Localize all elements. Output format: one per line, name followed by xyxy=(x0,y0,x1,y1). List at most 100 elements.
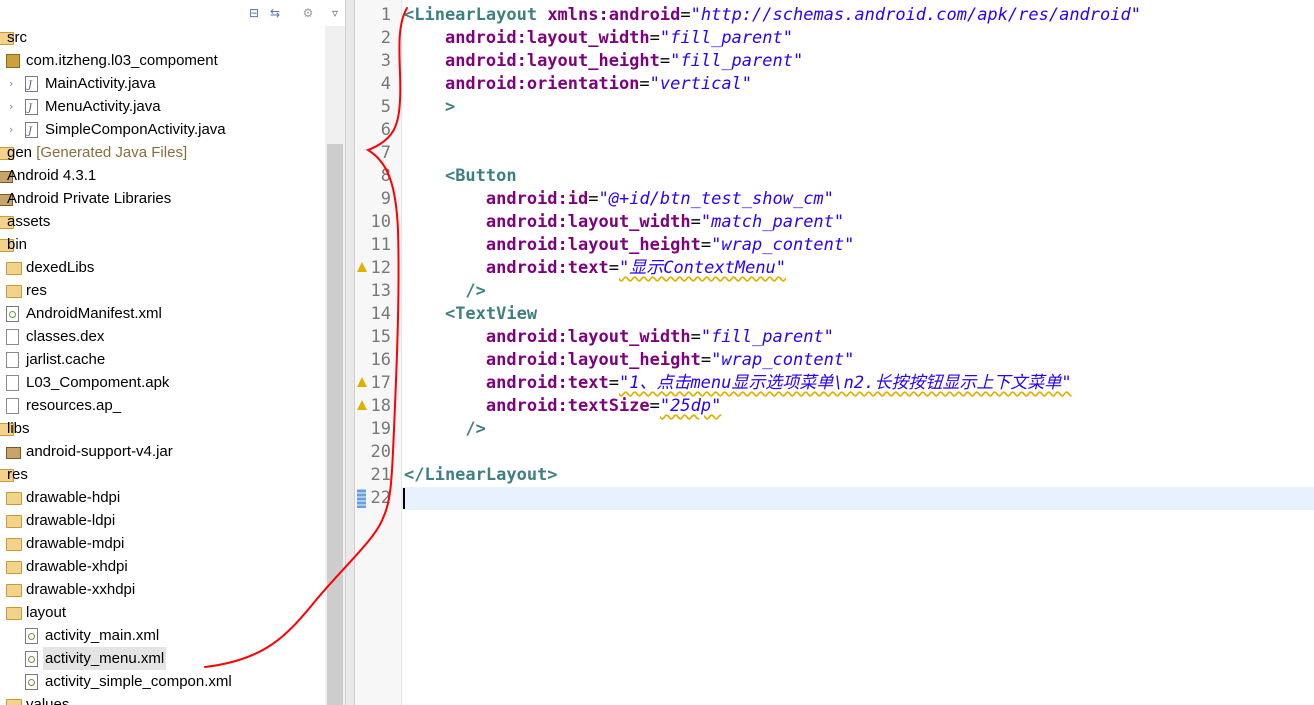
scrollbar-thumb[interactable] xyxy=(327,144,343,705)
pane-splitter[interactable] xyxy=(345,0,355,705)
code-line[interactable]: 14 <TextView xyxy=(355,303,1314,326)
folder-icon xyxy=(6,492,22,505)
warning-icon[interactable] xyxy=(357,400,367,410)
change-marker-icon xyxy=(357,489,366,508)
code-line[interactable]: 11 android:layout_height="wrap_content" xyxy=(355,234,1314,257)
xfile-icon xyxy=(6,306,19,322)
code-text: <LinearLayout xmlns:android="http://sche… xyxy=(404,5,1141,25)
tree-item-libs[interactable]: libs xyxy=(0,417,325,440)
tree-item-activity-simple-compon-xml[interactable]: activity_simple_compon.xml xyxy=(0,670,325,693)
tree-item-com-itzheng-l03-compoment[interactable]: com.itzheng.l03_compoment xyxy=(0,49,325,72)
line-number: 11 xyxy=(370,235,391,255)
line-number: 20 xyxy=(370,442,391,462)
code-line[interactable]: 1 <LinearLayout xmlns:android="http://sch… xyxy=(355,4,1314,27)
code-line[interactable]: 20 xyxy=(355,441,1314,464)
explorer-scrollbar[interactable] xyxy=(325,26,345,705)
code-text: android:layout_width="fill_parent" xyxy=(485,327,834,347)
dropdown-chevron-icon[interactable]: ▿ xyxy=(327,5,343,21)
tree-item-label: drawable-mdpi xyxy=(26,535,125,552)
tree-item-label: SimpleComponActivity.java xyxy=(45,121,226,138)
tree-item-res[interactable]: res xyxy=(0,279,325,302)
code-line[interactable]: 7 xyxy=(355,142,1314,165)
tree-item-layout[interactable]: layout xyxy=(0,601,325,624)
code-line[interactable]: 3 android:layout_height="fill_parent" xyxy=(355,50,1314,73)
code-line[interactable]: 10 android:layout_width="match_parent" xyxy=(355,211,1314,234)
code-line[interactable]: 15 android:layout_width="fill_parent" xyxy=(355,326,1314,349)
tree-item-drawable-ldpi[interactable]: drawable-ldpi xyxy=(0,509,325,532)
code-text: android:layout_height="fill_parent" xyxy=(444,51,804,71)
line-number: 13 xyxy=(370,281,391,301)
expand-chevron-icon[interactable]: › xyxy=(9,72,19,95)
collapse-all-icon[interactable]: ⊟ xyxy=(246,5,262,21)
tree-item-android-private-libraries[interactable]: Android Private Libraries xyxy=(0,187,325,210)
folder-icon xyxy=(6,262,22,275)
tree-item-dexedlibs[interactable]: dexedLibs xyxy=(0,256,325,279)
tree-item-label: jarlist.cache xyxy=(26,351,106,368)
tree-item-res[interactable]: res xyxy=(0,463,325,486)
code-text: android:layout_height="wrap_content" xyxy=(485,235,855,255)
code-text: android:orientation="vertical" xyxy=(444,74,753,94)
tree-item-label: gen [Generated Java Files] xyxy=(7,144,188,161)
tree-item-label: res xyxy=(7,466,28,483)
tree-item-android-support-v4-jar[interactable]: android-support-v4.jar xyxy=(0,440,325,463)
tree-item-jarlist-cache[interactable]: jarlist.cache xyxy=(0,348,325,371)
tree-item-assets[interactable]: assets xyxy=(0,210,325,233)
tree-item-label: Android Private Libraries xyxy=(7,190,172,207)
tree-item-mainactivity-java[interactable]: › MainActivity.java xyxy=(0,72,325,97)
code-line[interactable]: 9 android:id="@+id/btn_test_show_cm" xyxy=(355,188,1314,211)
tree-item-androidmanifest-xml[interactable]: AndroidManifest.xml xyxy=(0,302,325,325)
file-icon xyxy=(6,352,19,368)
folder-icon xyxy=(6,561,22,574)
tree-item-values[interactable]: values xyxy=(0,693,325,705)
link-with-editor-icon[interactable]: ⇆ xyxy=(267,5,283,21)
code-line[interactable]: 17 android:text="1、点击menu显示选项菜单\n2.长按按钮显… xyxy=(355,372,1314,395)
tree-item-simplecomponactivity-java[interactable]: › SimpleComponActivity.java xyxy=(0,118,325,143)
view-menu-icon[interactable]: ⚙ xyxy=(300,5,316,21)
line-number: 6 xyxy=(380,120,391,140)
code-line[interactable]: 4 android:orientation="vertical" xyxy=(355,73,1314,96)
warning-icon[interactable] xyxy=(357,262,367,272)
folder-icon xyxy=(6,285,22,298)
tree-item-drawable-mdpi[interactable]: drawable-mdpi xyxy=(0,532,325,555)
line-number: 1 xyxy=(380,5,391,25)
code-line[interactable]: 19 /> xyxy=(355,418,1314,441)
code-line[interactable]: 18 android:textSize="25dp" xyxy=(355,395,1314,418)
tree-item-classes-dex[interactable]: classes.dex xyxy=(0,325,325,348)
line-number: 16 xyxy=(370,350,391,370)
tree-item-label: Android 4.3.1 xyxy=(7,167,97,184)
tree-item-src[interactable]: src xyxy=(0,26,325,49)
code-line[interactable]: 21 </LinearLayout> xyxy=(355,464,1314,487)
line-number: 8 xyxy=(380,166,391,186)
tree-item-resources-ap-[interactable]: resources.ap_ xyxy=(0,394,325,417)
code-line[interactable]: 2 android:layout_width="fill_parent" xyxy=(355,27,1314,50)
tree-item-gen[interactable]: gen [Generated Java Files] xyxy=(0,141,325,164)
tree-item-label: activity_main.xml xyxy=(45,627,160,644)
tree-item-drawable-xxhdpi[interactable]: drawable-xxhdpi xyxy=(0,578,325,601)
tree-item-activity-main-xml[interactable]: activity_main.xml xyxy=(0,624,325,647)
code-line[interactable]: 6 xyxy=(355,119,1314,142)
tree-item-activity-menu-xml[interactable]: activity_menu.xml xyxy=(0,647,325,670)
xml-editor[interactable]: 1 <LinearLayout xmlns:android="http://sch… xyxy=(355,0,1314,705)
line-number: 9 xyxy=(380,189,391,209)
expand-chevron-icon[interactable]: › xyxy=(9,118,19,141)
tree-item-drawable-xhdpi[interactable]: drawable-xhdpi xyxy=(0,555,325,578)
tree-item-suffix: [Generated Java Files] xyxy=(32,144,188,161)
tree-item-drawable-hdpi[interactable]: drawable-hdpi xyxy=(0,486,325,509)
tree-item-label: values xyxy=(26,696,70,705)
tree-item-l03-compoment-apk[interactable]: L03_Compoment.apk xyxy=(0,371,325,394)
line-number: 21 xyxy=(370,465,391,485)
code-line[interactable]: 8 <Button xyxy=(355,165,1314,188)
tree-item-android-4-3-1[interactable]: Android 4.3.1 xyxy=(0,164,325,187)
warning-icon[interactable] xyxy=(357,377,367,387)
tree-item-menuactivity-java[interactable]: › MenuActivity.java xyxy=(0,95,325,120)
tree-item-label: L03_Compoment.apk xyxy=(26,374,170,391)
expand-chevron-icon[interactable]: › xyxy=(9,95,19,118)
tree-item-label: com.itzheng.l03_compoment xyxy=(26,52,218,69)
code-line[interactable]: 22 xyxy=(355,487,1314,510)
code-line[interactable]: 13 /> xyxy=(355,280,1314,303)
code-line[interactable]: 5 > xyxy=(355,96,1314,119)
code-line[interactable]: 12 android:text="显示ContextMenu" xyxy=(355,257,1314,280)
tree-item-bin[interactable]: bin xyxy=(0,233,325,256)
code-line[interactable]: 16 android:layout_height="wrap_content" xyxy=(355,349,1314,372)
code-text: > xyxy=(444,97,456,117)
